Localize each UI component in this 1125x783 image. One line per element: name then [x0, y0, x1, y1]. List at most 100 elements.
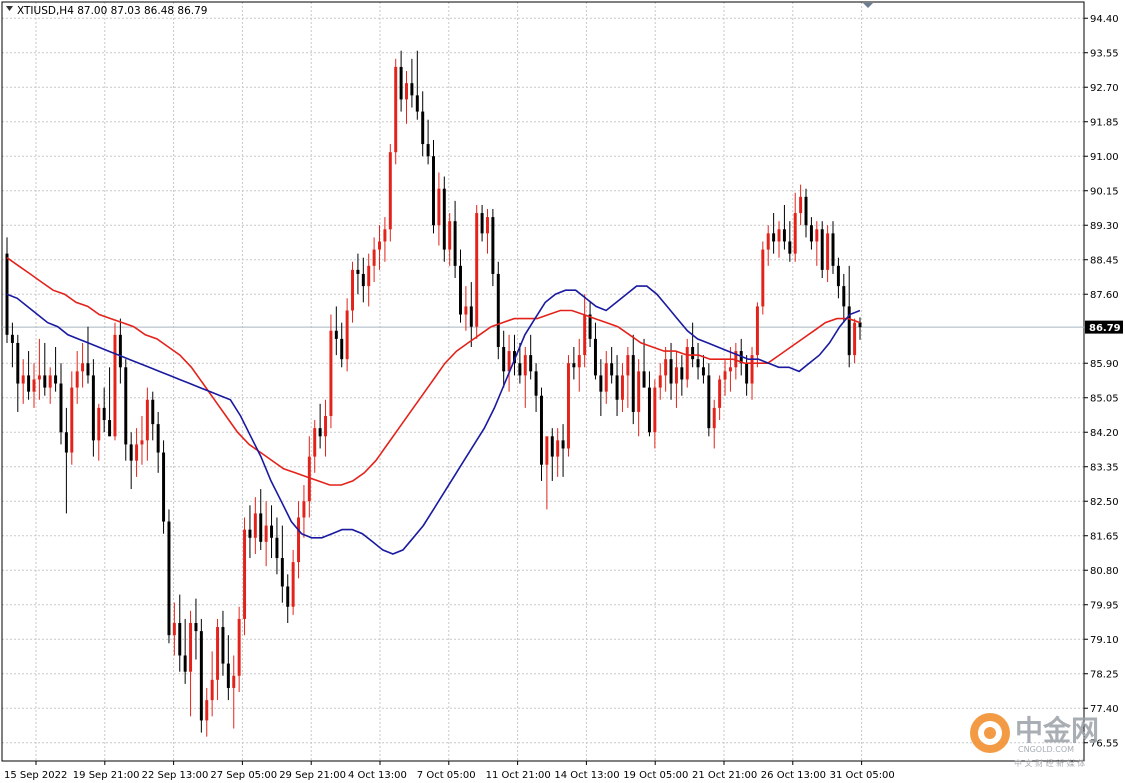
candle-body	[469, 306, 473, 327]
candle-body	[81, 363, 85, 372]
candle-body	[156, 424, 160, 453]
y-tick-label: 90.15	[1090, 187, 1119, 198]
candle-body	[631, 355, 635, 412]
x-tick-label: 19 Sep 21:00	[73, 770, 140, 781]
candle-body	[313, 428, 317, 457]
candle-body	[459, 265, 462, 315]
x-tick-label: 19 Oct 05:00	[623, 770, 688, 781]
candle-body	[280, 558, 284, 587]
candle-body	[556, 440, 560, 457]
candle-body	[809, 225, 813, 242]
candle	[162, 440, 166, 534]
watermark-domain: CNGOLD.COM	[1018, 745, 1074, 754]
candle-body	[372, 249, 376, 266]
candle-body	[97, 407, 101, 441]
candle-body	[199, 631, 203, 721]
candle-body	[324, 416, 328, 437]
candle-body	[264, 525, 268, 542]
candle-body	[615, 375, 619, 400]
candle-body	[658, 375, 662, 388]
candle-body	[502, 347, 506, 372]
candle-body	[167, 521, 171, 636]
candle-body	[221, 627, 225, 664]
candle-body	[831, 233, 835, 266]
x-tick-label: 14 Oct 13:00	[554, 770, 619, 781]
candle	[496, 261, 500, 360]
y-tick-label: 94.40	[1090, 14, 1119, 25]
candle-body	[286, 586, 290, 607]
candle-body	[145, 399, 149, 441]
candle-body	[237, 618, 241, 676]
candle-body	[842, 286, 846, 307]
symbol-header: XTIUSD,H4 87.00 87.03 86.48 86.79	[6, 5, 207, 17]
candle-body	[48, 375, 52, 388]
candle-body	[723, 371, 727, 380]
candle-body	[793, 213, 797, 254]
candle	[475, 204, 479, 339]
candle-body	[745, 363, 749, 384]
candle-body	[583, 314, 587, 356]
candle-body	[113, 334, 117, 437]
candle-body	[189, 623, 193, 672]
candle-body	[124, 367, 128, 445]
candle-body	[37, 375, 41, 380]
y-tick-label: 93.55	[1090, 49, 1119, 60]
candle-body	[21, 375, 25, 384]
candle-body	[588, 314, 592, 339]
x-tick-label: 4 Oct 13:00	[348, 770, 407, 781]
candle-body	[210, 679, 214, 701]
candle-body	[496, 273, 500, 347]
y-tick-label: 84.20	[1090, 428, 1119, 439]
candle-body	[799, 196, 803, 214]
candle-body	[108, 420, 112, 437]
x-tick-label: 27 Sep 05:00	[210, 770, 277, 781]
candle-body	[788, 241, 792, 254]
candle-body	[491, 217, 495, 274]
candle	[761, 241, 765, 315]
candle-body	[91, 375, 95, 441]
candle-body	[593, 338, 597, 376]
y-tick-label: 79.10	[1090, 635, 1119, 646]
candle-body	[545, 436, 549, 465]
candle-body	[610, 363, 614, 376]
candle-body	[135, 444, 139, 461]
candle	[113, 322, 117, 441]
candle-body	[399, 66, 403, 100]
candle-body	[259, 513, 263, 542]
candle-body	[437, 188, 441, 226]
candle-body	[70, 387, 74, 453]
price-tag-value: 86.79	[1089, 323, 1121, 334]
candle-body	[701, 367, 705, 376]
x-tick-label: 15 Sep 2022	[4, 770, 67, 781]
candle-body	[27, 375, 31, 392]
candle-body	[486, 217, 489, 234]
candle-body	[766, 233, 770, 250]
candle-body	[383, 229, 387, 242]
x-tick-label: 29 Sep 21:00	[279, 770, 346, 781]
x-tick-label: 22 Sep 13:00	[142, 770, 209, 781]
candle-body	[712, 407, 716, 429]
candle-body	[539, 395, 543, 465]
candle-body	[691, 347, 695, 360]
candle-body	[178, 623, 182, 656]
y-tick-label: 81.65	[1090, 532, 1119, 543]
candle-body	[248, 529, 252, 538]
candle-body	[572, 363, 576, 368]
watermark-tagline: 中 文 财 经 新 媒 体	[1014, 758, 1085, 768]
y-tick-label: 83.35	[1090, 463, 1119, 474]
candle-body	[361, 273, 365, 287]
candle-body	[232, 675, 236, 688]
candle-body	[685, 347, 689, 380]
candle-body	[804, 196, 808, 226]
candle-body	[340, 338, 344, 360]
price-chart: 94.40 93.55 92.70 91.85 91.00 90.15 89.30 88.45…	[0, 0, 1125, 783]
candle-body	[599, 375, 603, 392]
candle-body	[297, 517, 301, 563]
candle-body	[782, 229, 786, 242]
candle-body	[777, 229, 781, 242]
candle	[820, 221, 824, 278]
candle-body	[32, 379, 36, 392]
y-tick-label: 85.90	[1090, 359, 1119, 370]
x-tick-label: 26 Oct 13:00	[761, 770, 826, 781]
candle-body	[664, 359, 668, 376]
